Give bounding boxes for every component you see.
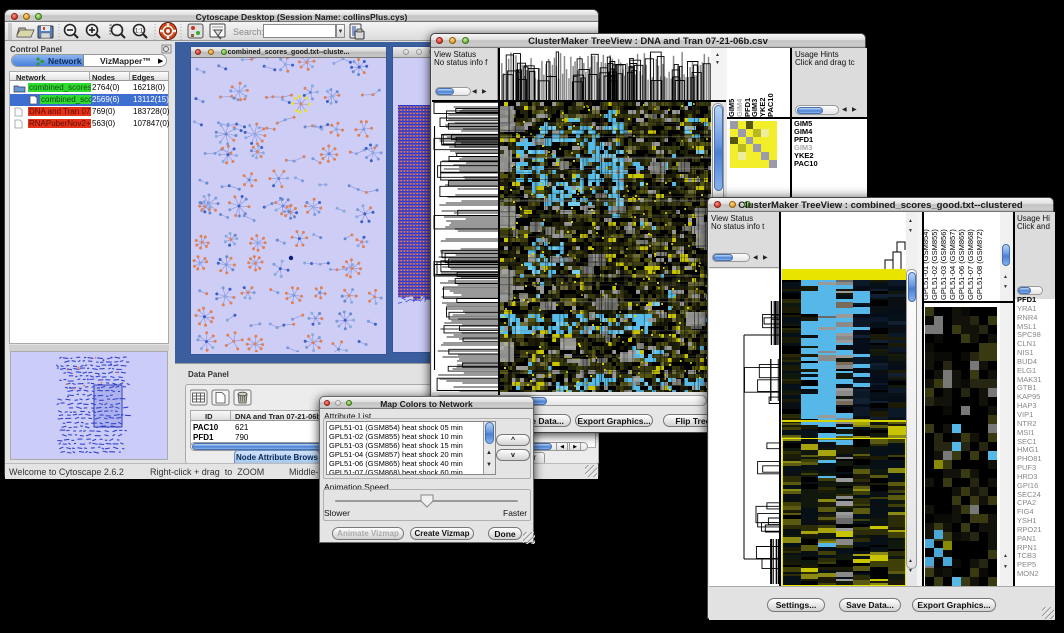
svg-text:1:1: 1:1 bbox=[135, 29, 144, 35]
